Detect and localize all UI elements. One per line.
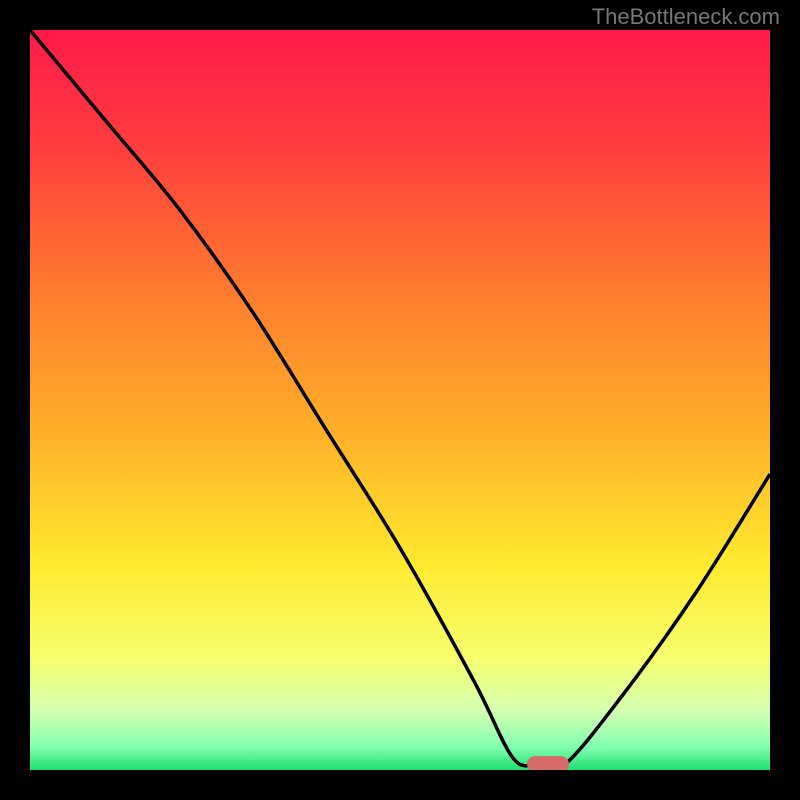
bottleneck-chart — [30, 30, 770, 770]
chart-frame — [30, 30, 770, 770]
watermark-text: TheBottleneck.com — [592, 4, 780, 30]
gradient-background — [30, 30, 770, 770]
optimal-marker — [527, 756, 569, 770]
